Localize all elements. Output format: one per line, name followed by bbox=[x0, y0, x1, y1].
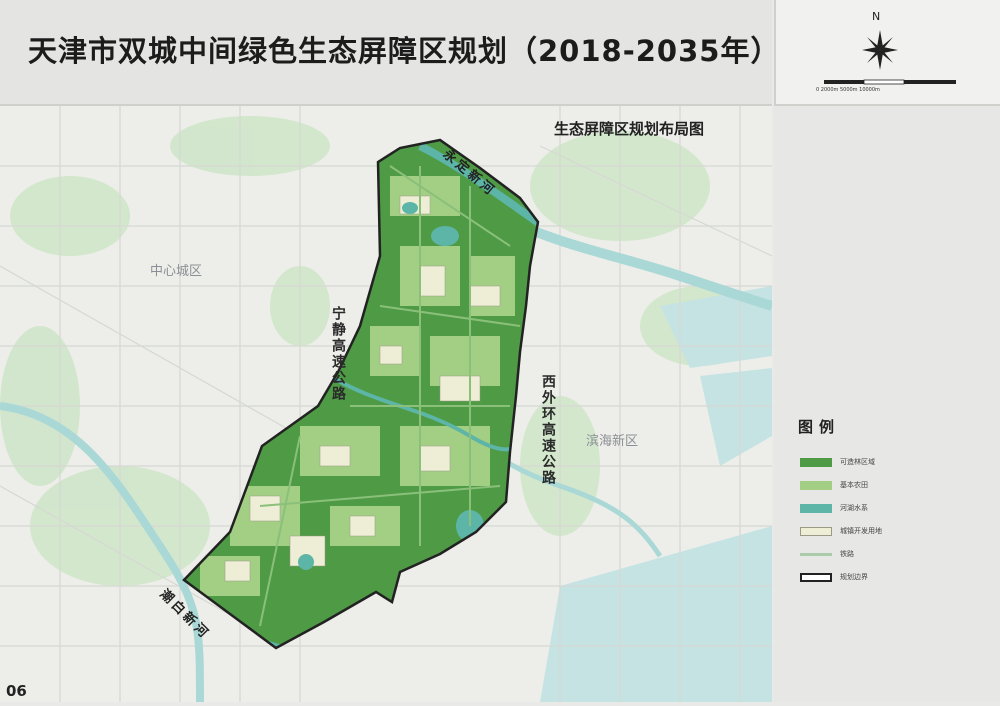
page-number: 06 bbox=[6, 682, 27, 700]
legend-item: 基本农田 bbox=[800, 478, 868, 492]
legend-label: 可造林区域 bbox=[840, 458, 875, 466]
legend-swatch-icon bbox=[800, 480, 832, 490]
legend-swatch-icon bbox=[800, 457, 832, 467]
legend-swatch-icon bbox=[800, 552, 832, 556]
legend-swatch-icon bbox=[800, 572, 832, 582]
compass-rose-icon bbox=[862, 30, 898, 70]
legend-item: 河湖水系 bbox=[800, 501, 868, 515]
map-subtitle: 生态屏障区规划布局图 bbox=[554, 120, 705, 138]
legend-title: 图例 bbox=[798, 418, 841, 436]
legend-label: 城镇开发用地 bbox=[840, 527, 882, 535]
legend-label: 规划边界 bbox=[840, 573, 868, 581]
page-title: 天津市双城中间绿色生态屏障区规划（2018-2035年） bbox=[28, 34, 781, 68]
legend-label: 基本农田 bbox=[840, 481, 868, 489]
legend-item: 可造林区域 bbox=[800, 455, 875, 469]
label-xiwaihuan-highway: 西外环高速公路 bbox=[540, 374, 556, 486]
legend-item: 城镇开发用地 bbox=[800, 524, 882, 538]
label-center-city: 中心城区 bbox=[150, 264, 203, 279]
scale-bar-icon bbox=[824, 79, 956, 85]
scale-labels: 0 2000m 5000m 10000m bbox=[816, 87, 880, 93]
header-bar: 天津市双城中间绿色生态屏障区规划（2018-2035年） bbox=[0, 0, 779, 106]
legend-item: 规划边界 bbox=[800, 570, 868, 584]
compass-graphic bbox=[824, 30, 956, 85]
map-view[interactable] bbox=[0, 106, 774, 703]
legend-label: 河湖水系 bbox=[840, 504, 868, 512]
legend-panel bbox=[774, 106, 1000, 702]
label-ningjing-highway: 宁静高速公路 bbox=[330, 306, 346, 402]
north-label: N bbox=[872, 10, 881, 23]
map-svg bbox=[0, 106, 774, 703]
legend-swatch-icon bbox=[800, 526, 832, 536]
legend-swatch-icon bbox=[800, 503, 832, 513]
legend-label: 铁路 bbox=[840, 550, 854, 558]
compass-panel bbox=[774, 0, 1000, 106]
label-binhai: 滨海新区 bbox=[586, 434, 639, 449]
legend-item: 铁路 bbox=[800, 547, 854, 561]
